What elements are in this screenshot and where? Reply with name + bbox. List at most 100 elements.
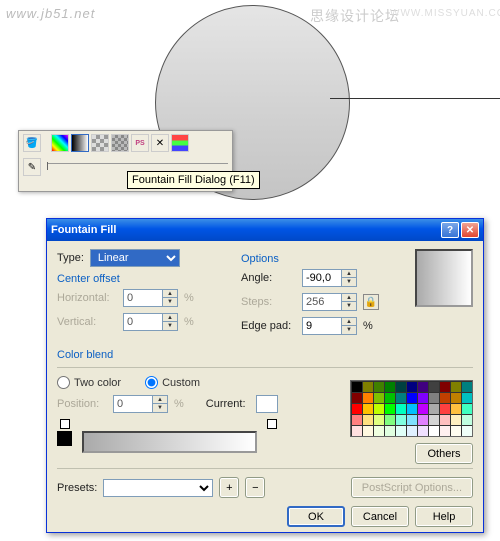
palette-swatch[interactable] xyxy=(406,414,417,425)
palette-swatch[interactable] xyxy=(384,392,395,403)
fountain-fill-dialog: Fountain Fill ? ✕ Type: Linear Center of… xyxy=(46,218,484,533)
color-docker-icon[interactable] xyxy=(171,134,189,152)
gradient-bar[interactable] xyxy=(82,431,257,453)
cancel-button[interactable]: Cancel xyxy=(351,506,409,527)
center-offset-title: Center offset xyxy=(57,273,227,285)
texture-fill-icon[interactable] xyxy=(111,134,129,152)
palette-swatch[interactable] xyxy=(384,425,395,436)
palette-swatch[interactable] xyxy=(373,425,384,436)
presets-select[interactable] xyxy=(103,479,213,497)
palette-swatch[interactable] xyxy=(428,414,439,425)
palette-swatch[interactable] xyxy=(439,425,450,436)
current-color-box[interactable] xyxy=(256,395,278,413)
palette-swatch[interactable] xyxy=(450,414,461,425)
type-select[interactable]: Linear xyxy=(90,249,180,267)
pattern-fill-icon[interactable] xyxy=(91,134,109,152)
position-label: Position: xyxy=(57,398,107,410)
palette-swatch[interactable] xyxy=(428,403,439,414)
current-label: Current: xyxy=(206,398,246,410)
color-palette[interactable] xyxy=(350,380,473,437)
vertical-input xyxy=(123,313,163,331)
palette-swatch[interactable] xyxy=(406,381,417,392)
palette-swatch[interactable] xyxy=(439,381,450,392)
vertical-spinner: ▲▼ xyxy=(163,313,178,331)
preset-add-button[interactable]: + xyxy=(219,477,239,498)
fountain-fill-icon[interactable] xyxy=(71,134,89,152)
position-input xyxy=(113,395,153,413)
horizontal-input xyxy=(123,289,163,307)
presets-label: Presets: xyxy=(57,482,97,494)
palette-swatch[interactable] xyxy=(373,381,384,392)
palette-swatch[interactable] xyxy=(428,425,439,436)
palette-swatch[interactable] xyxy=(384,414,395,425)
palette-swatch[interactable] xyxy=(417,425,428,436)
palette-swatch[interactable] xyxy=(450,381,461,392)
palette-swatch[interactable] xyxy=(395,381,406,392)
others-button[interactable]: Others xyxy=(415,443,473,464)
preset-remove-button[interactable]: − xyxy=(245,477,265,498)
palette-swatch[interactable] xyxy=(373,392,384,403)
palette-swatch[interactable] xyxy=(384,403,395,414)
palette-swatch[interactable] xyxy=(439,403,450,414)
gradient-marker-start[interactable] xyxy=(60,419,70,429)
palette-swatch[interactable] xyxy=(450,403,461,414)
steps-lock-icon[interactable]: 🔒 xyxy=(363,294,379,310)
palette-swatch[interactable] xyxy=(395,403,406,414)
gradient-preview xyxy=(415,249,473,307)
palette-swatch[interactable] xyxy=(450,392,461,403)
palette-swatch[interactable] xyxy=(362,425,373,436)
palette-swatch[interactable] xyxy=(406,392,417,403)
palette-swatch[interactable] xyxy=(384,381,395,392)
help-window-button[interactable]: ? xyxy=(441,222,459,238)
palette-swatch[interactable] xyxy=(351,425,362,436)
close-window-button[interactable]: ✕ xyxy=(461,222,479,238)
palette-swatch[interactable] xyxy=(351,414,362,425)
palette-swatch[interactable] xyxy=(461,403,472,414)
palette-swatch[interactable] xyxy=(362,403,373,414)
palette-swatch[interactable] xyxy=(461,392,472,403)
postscript-fill-icon[interactable]: PS xyxy=(131,134,149,152)
palette-swatch[interactable] xyxy=(373,414,384,425)
palette-swatch[interactable] xyxy=(461,381,472,392)
palette-swatch[interactable] xyxy=(450,425,461,436)
twocolor-radio[interactable]: Two color xyxy=(57,376,121,389)
gradient-marker-end[interactable] xyxy=(267,419,277,429)
no-fill-icon[interactable]: ✕ xyxy=(151,134,169,152)
palette-swatch[interactable] xyxy=(428,392,439,403)
palette-swatch[interactable] xyxy=(439,414,450,425)
options-title: Options xyxy=(241,253,391,265)
edge-input[interactable] xyxy=(302,317,342,335)
palette-swatch[interactable] xyxy=(439,392,450,403)
start-color-swatch[interactable] xyxy=(57,431,72,446)
position-unit: % xyxy=(174,398,184,410)
palette-swatch[interactable] xyxy=(406,403,417,414)
palette-swatch[interactable] xyxy=(362,381,373,392)
ok-button[interactable]: OK xyxy=(287,506,345,527)
edge-spinner[interactable]: ▲▼ xyxy=(342,317,357,335)
palette-swatch[interactable] xyxy=(417,403,428,414)
palette-swatch[interactable] xyxy=(417,414,428,425)
palette-swatch[interactable] xyxy=(406,425,417,436)
palette-swatch[interactable] xyxy=(417,381,428,392)
palette-swatch[interactable] xyxy=(351,381,362,392)
paint-bucket-icon[interactable]: 🪣 xyxy=(23,134,41,152)
palette-swatch[interactable] xyxy=(351,403,362,414)
palette-swatch[interactable] xyxy=(395,392,406,403)
custom-radio[interactable]: Custom xyxy=(145,376,200,389)
palette-swatch[interactable] xyxy=(395,425,406,436)
dropper-icon[interactable]: ✎ xyxy=(23,158,41,176)
palette-swatch[interactable] xyxy=(395,414,406,425)
palette-swatch[interactable] xyxy=(373,403,384,414)
uniform-fill-icon[interactable] xyxy=(51,134,69,152)
angle-input[interactable] xyxy=(302,269,342,287)
palette-swatch[interactable] xyxy=(362,392,373,403)
palette-swatch[interactable] xyxy=(428,381,439,392)
palette-swatch[interactable] xyxy=(351,392,362,403)
palette-swatch[interactable] xyxy=(362,414,373,425)
angle-spinner[interactable]: ▲▼ xyxy=(342,269,357,287)
help-button[interactable]: Help xyxy=(415,506,473,527)
palette-swatch[interactable] xyxy=(417,392,428,403)
titlebar[interactable]: Fountain Fill ? ✕ xyxy=(47,219,483,241)
palette-swatch[interactable] xyxy=(461,425,472,436)
palette-swatch[interactable] xyxy=(461,414,472,425)
